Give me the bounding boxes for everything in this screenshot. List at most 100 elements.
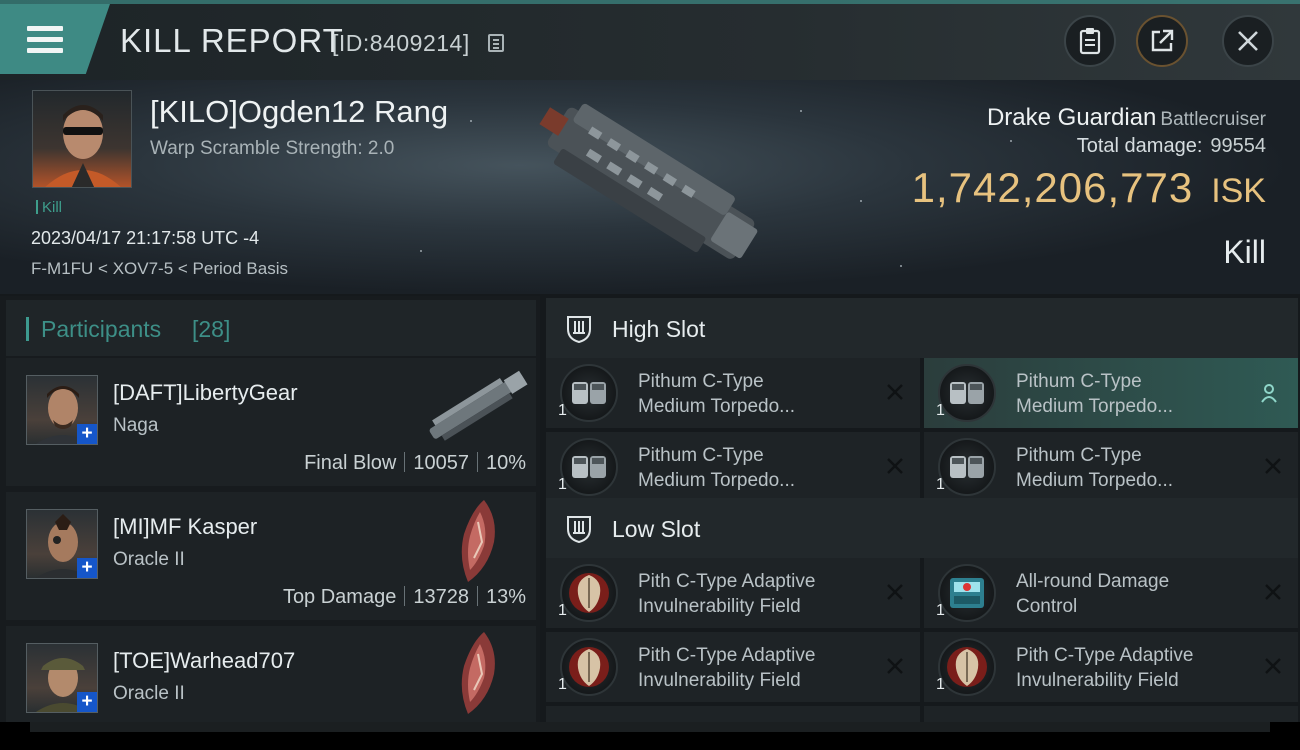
victim-avatar[interactable] — [32, 90, 132, 188]
participants-header: Participants [28] — [6, 300, 536, 356]
invulnerability-field-icon — [560, 638, 618, 696]
module-item[interactable] — [546, 706, 920, 722]
module-item[interactable]: 1 Pith C-Type Adaptive Invulnerability Fi… — [546, 632, 920, 702]
add-contact-icon[interactable]: + — [77, 692, 97, 712]
participant-avatar[interactable]: + — [26, 509, 98, 579]
victim-ship-image — [539, 103, 758, 259]
participant-stats: Top Damage 13728 13% — [283, 586, 526, 609]
ship-class: Battlecruiser — [1160, 109, 1266, 130]
copy-icon[interactable] — [488, 34, 504, 52]
module-item[interactable]: 1 Pith C-Type Adaptive Invulnerability Fi… — [924, 632, 1298, 702]
add-contact-icon[interactable]: + — [77, 558, 97, 578]
ship-name: Drake Guardian — [986, 104, 1157, 131]
isk-unit: ISK — [1211, 172, 1266, 210]
close-icon[interactable] — [884, 455, 906, 477]
high-slot-icon — [567, 316, 591, 343]
close-icon[interactable] — [1262, 455, 1284, 477]
bottom-strip — [30, 722, 1270, 732]
close-icon[interactable] — [884, 655, 906, 677]
module-item[interactable]: 1 Pith C-Type Adaptive Invulnerability Fi… — [546, 558, 920, 628]
module-quantity: 1 — [558, 476, 567, 493]
module-item[interactable]: 1 Pithum C-Type Medium Torpedo... — [924, 358, 1298, 428]
isk-value: 1,742,206,773 ISK — [912, 164, 1266, 212]
module-item[interactable] — [924, 706, 1298, 722]
victim-name[interactable]: [KILO]Ogden12 Rang — [150, 94, 448, 130]
module-item[interactable]: 1 Pithum C-Type Medium Torpedo... — [546, 358, 920, 428]
participant-avatar[interactable]: + — [26, 375, 98, 445]
participants-title: Participants — [26, 316, 161, 343]
module-quantity: 1 — [936, 402, 945, 419]
kill-report-window: KILL REPORT [ID:8409214] [KILO]Ogden12 R… — [0, 0, 1300, 722]
total-damage-label: Total damage: — [1076, 135, 1203, 157]
participant-card[interactable]: + [DAFT]LibertyGear Naga Final Blow 10057… — [6, 358, 536, 486]
module-quantity: 1 — [936, 676, 945, 693]
isk-amount: 1,742,206,773 — [911, 164, 1194, 211]
module-item[interactable]: 1 Pithum C-Type Medium Torpedo... — [546, 432, 920, 502]
kill-location[interactable]: F-M1FU < XOV7-5 < Period Basis — [31, 259, 288, 279]
participants-panel: Participants [28] + [DAFT]LibertyGear Na… — [0, 296, 540, 722]
module-name: All-round Damage Control — [1016, 571, 1170, 617]
module-name: Pith C-Type Adaptive Invulnerability Fiel… — [638, 571, 816, 617]
warp-scramble-strength: Warp Scramble Strength: 2.0 — [150, 138, 395, 159]
share-icon — [1151, 29, 1174, 52]
participant-ship-image — [429, 370, 528, 441]
module-item[interactable]: 1 All-round Damage Control — [924, 558, 1298, 628]
invulnerability-field-icon — [560, 564, 618, 622]
kill-tag: Kill — [36, 199, 62, 216]
close-icon[interactable] — [884, 581, 906, 603]
report-id: [ID:8409214] — [332, 30, 470, 56]
module-name: Pith C-Type Adaptive Invulnerability Fiel… — [638, 645, 816, 691]
close-icon[interactable] — [884, 381, 906, 403]
person-icon[interactable] — [1258, 382, 1280, 404]
fitting-panel: High Slot 1 Pithum C-Type Medium Torpedo.… — [540, 296, 1300, 722]
participant-stats: Final Blow 10057 10% — [304, 452, 526, 475]
participant-role: Top Damage — [282, 586, 397, 608]
bottom-bar — [0, 722, 1300, 750]
module-name: Pithum C-Type Medium Torpedo... — [1016, 371, 1174, 417]
kill-timestamp: 2023/04/17 21:17:58 UTC -4 — [31, 228, 260, 248]
victim-ship[interactable]: Drake Guardian Battlecruiser — [987, 104, 1266, 132]
torpedo-launcher-icon — [560, 364, 618, 422]
module-name: Pith C-Type Adaptive Invulnerability Fiel… — [1016, 645, 1194, 691]
module-item[interactable]: 1 Pithum C-Type Medium Torpedo... — [924, 432, 1298, 502]
close-icon — [1238, 31, 1258, 51]
module-name: Pithum C-Type Medium Torpedo... — [638, 445, 796, 491]
module-name: Pithum C-Type Medium Torpedo... — [1016, 445, 1174, 491]
participant-damage: 10057 — [413, 452, 469, 474]
close-icon[interactable] — [1262, 655, 1284, 677]
close-button[interactable] — [1222, 15, 1274, 67]
participant-ship-image — [461, 500, 495, 582]
torpedo-launcher-icon — [560, 438, 618, 496]
title-bar: KILL REPORT [ID:8409214] — [0, 0, 1300, 80]
low-slot-icon — [567, 516, 591, 543]
close-icon[interactable] — [1262, 581, 1284, 603]
participant-name: [DAFT]LibertyGear — [113, 380, 298, 405]
invulnerability-field-icon — [938, 638, 996, 696]
share-button[interactable] — [1136, 15, 1188, 67]
participant-ship: Naga — [113, 415, 159, 436]
add-contact-icon[interactable]: + — [77, 424, 97, 444]
participant-card[interactable]: + [MI]MF Kasper Oracle II Top Damage 1372… — [6, 492, 536, 620]
module-quantity: 1 — [936, 602, 945, 619]
high-slot-header: High Slot — [546, 298, 1298, 358]
module-name: Pithum C-Type Medium Torpedo... — [638, 371, 796, 417]
participant-avatar[interactable]: + — [26, 643, 98, 713]
victim-summary: [KILO]Ogden12 Rang Warp Scramble Strengt… — [0, 80, 1300, 294]
clipboard-button[interactable] — [1064, 15, 1116, 67]
participants-count: [28] — [192, 316, 231, 342]
module-quantity: 1 — [936, 476, 945, 493]
participant-damage: 13728 — [413, 586, 469, 608]
participant-card[interactable]: + [TOE]Warhead707 Oracle II — [6, 626, 536, 722]
torpedo-launcher-icon — [938, 438, 996, 496]
participant-name: [TOE]Warhead707 — [113, 648, 296, 673]
damage-control-icon — [938, 564, 996, 622]
participant-role: Final Blow — [304, 452, 397, 474]
page-title: KILL REPORT — [120, 22, 344, 59]
total-damage-value: 99554 — [1210, 135, 1266, 157]
torpedo-launcher-icon — [938, 364, 996, 422]
participant-ship-image — [461, 632, 495, 714]
low-slot-header: Low Slot — [546, 498, 1298, 558]
low-slot-title: Low Slot — [612, 516, 701, 542]
menu-button[interactable] — [0, 4, 110, 74]
module-quantity: 1 — [558, 602, 567, 619]
